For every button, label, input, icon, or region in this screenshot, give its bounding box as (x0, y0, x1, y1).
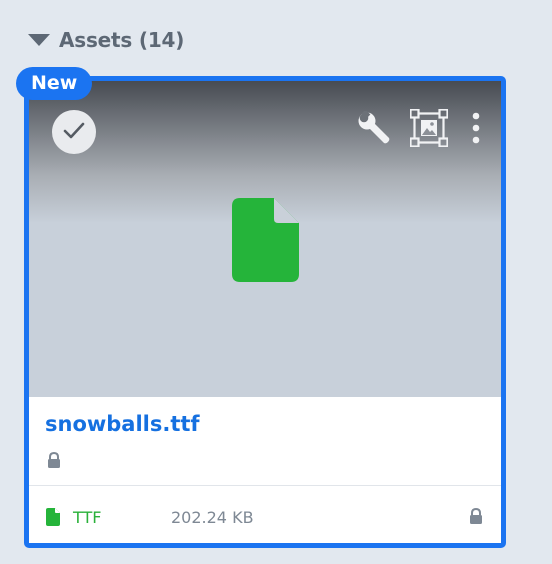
section-title: Assets (14) (59, 28, 185, 52)
file-type-icon (46, 508, 60, 530)
thumbnail-tool-button[interactable] (409, 108, 449, 151)
more-options-button[interactable] (466, 110, 486, 150)
file-size: 202.24 KB (171, 508, 254, 527)
select-checkbox[interactable] (52, 110, 96, 154)
assets-section-toggle[interactable]: Assets (14) (28, 26, 184, 54)
file-type-label: TTF (73, 508, 102, 527)
caret-down-icon (28, 34, 50, 46)
edit-tool-button[interactable] (354, 109, 394, 150)
wrench-icon (357, 109, 391, 149)
more-vertical-icon (472, 112, 480, 148)
lock-icon (47, 451, 61, 472)
asset-preview[interactable] (29, 81, 501, 397)
asset-card[interactable]: snowballs.ttf TTF 202.24 KB (24, 76, 506, 548)
check-icon (63, 122, 85, 143)
lock-icon (469, 507, 483, 528)
new-badge: New (16, 67, 93, 100)
asset-meta: TTF 202.24 KB (29, 485, 501, 543)
file-icon (232, 198, 299, 286)
asset-filename[interactable]: snowballs.ttf (45, 412, 200, 436)
image-frame-icon (409, 108, 449, 151)
asset-info: snowballs.ttf (29, 397, 501, 485)
